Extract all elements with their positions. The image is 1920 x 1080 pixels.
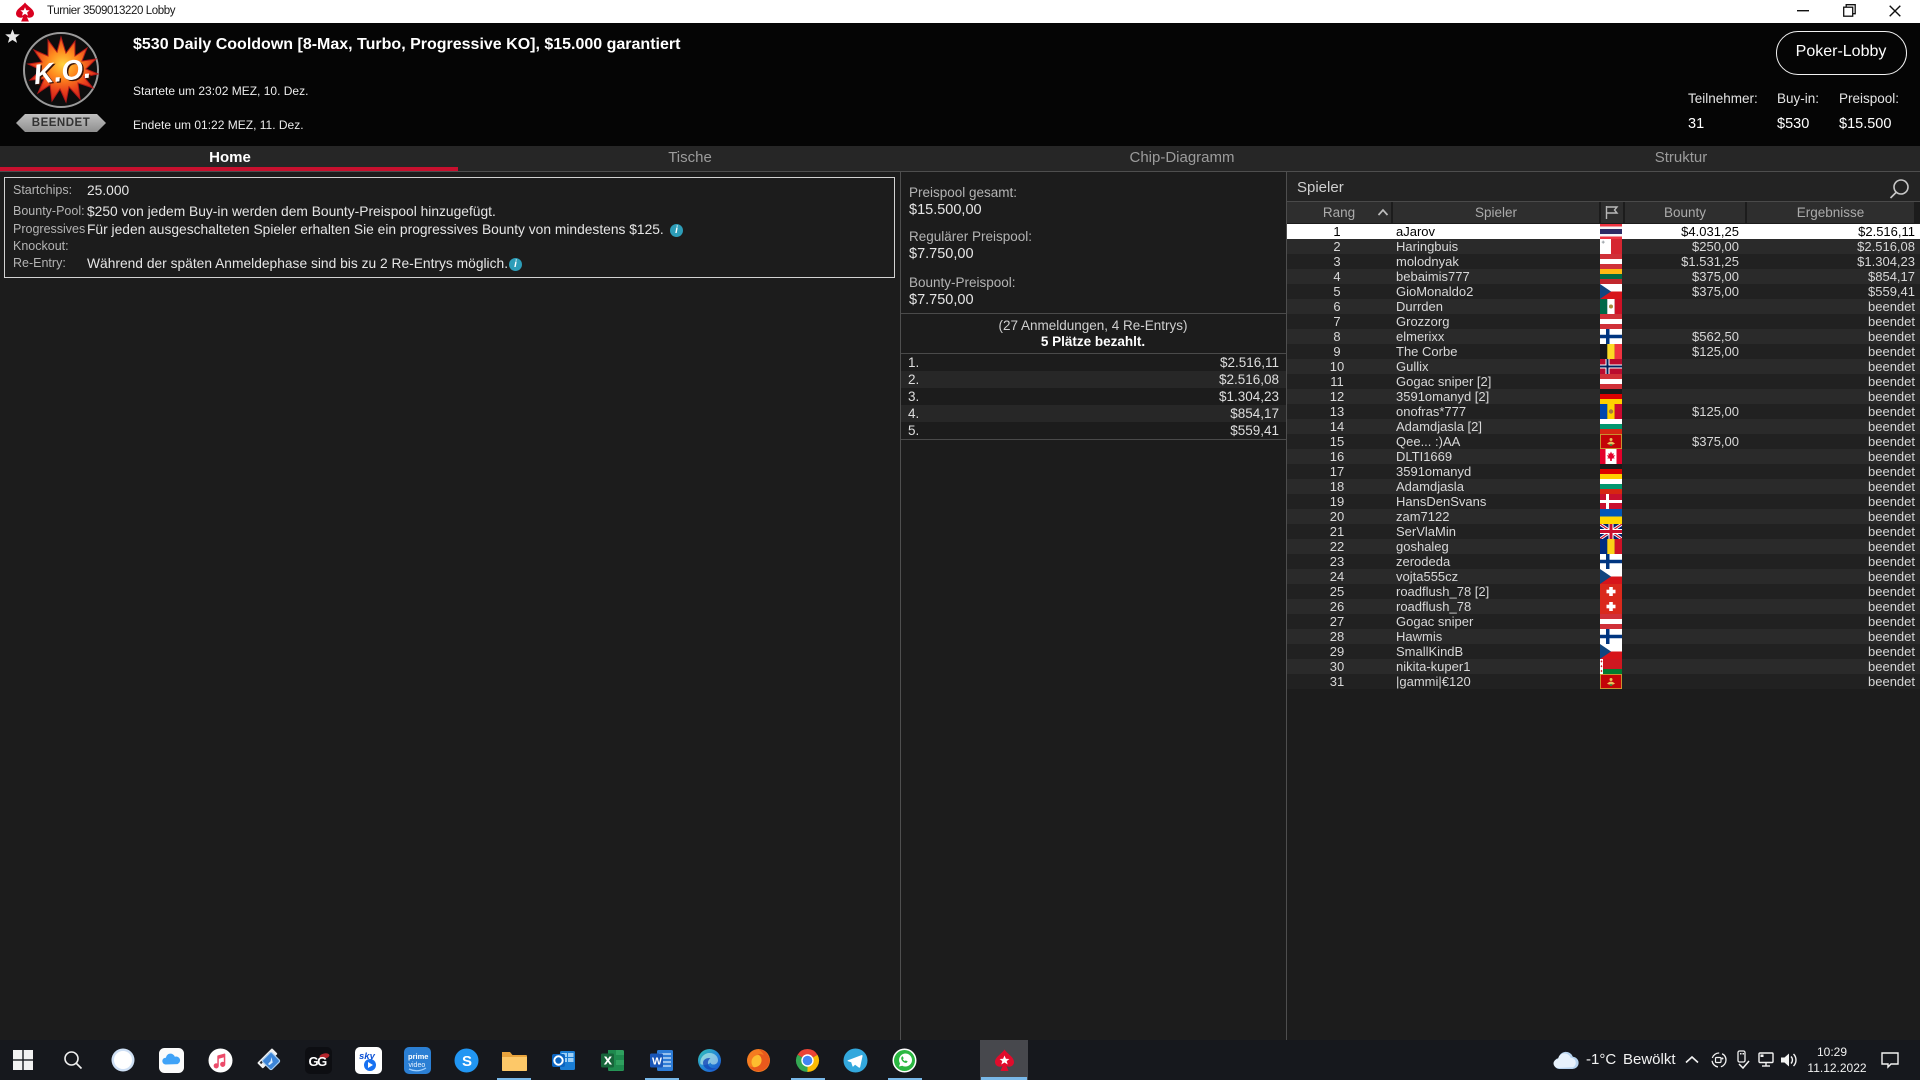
svg-text:video: video (409, 1062, 426, 1069)
svg-text:S: S (462, 1053, 472, 1070)
svg-text:W: W (652, 1056, 662, 1068)
svg-text:prime: prime (408, 1052, 428, 1061)
svg-text:GG: GG (309, 1054, 328, 1069)
